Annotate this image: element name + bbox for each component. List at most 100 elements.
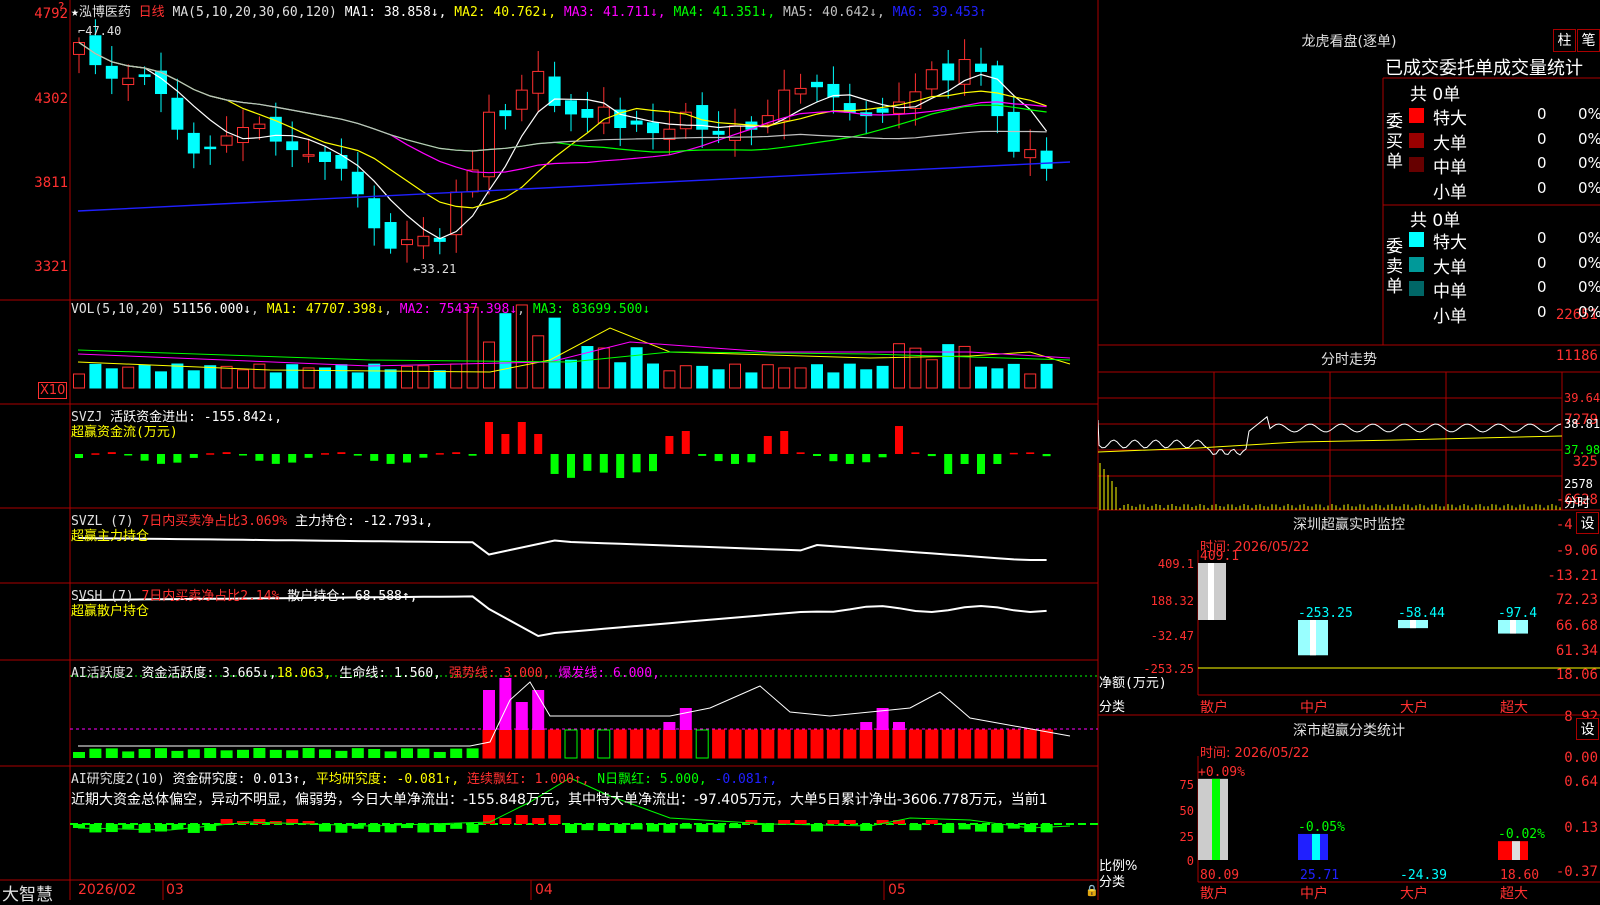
- candle-body: [351, 171, 364, 195]
- high-price-marker: ⌐47.40: [78, 24, 122, 38]
- ma-legend-1: MA1: 38.858↓,: [344, 5, 447, 20]
- order-percent: 0%: [1578, 278, 1600, 296]
- volume-bar: [155, 371, 167, 389]
- monitor-category: 大户: [1400, 699, 1428, 715]
- candle-body: [811, 81, 823, 88]
- volume-bar: [171, 363, 184, 389]
- price-tick: 3811: [34, 175, 68, 191]
- order-row: 大单 0 0%: [1383, 253, 1600, 278]
- vol-unit-badge[interactable]: X10: [38, 382, 68, 399]
- svzj-bar: [895, 426, 903, 454]
- ai1-red-bar: [974, 729, 988, 759]
- volume-bar: [351, 372, 364, 389]
- svzl-position: 主力持仓: -12.793↓,: [295, 514, 434, 529]
- ai2-bar: [925, 820, 938, 824]
- monitor-category: 中户: [1300, 699, 1328, 715]
- svzj-bar: [960, 454, 969, 464]
- monitor-bar-label: -253.25: [1298, 606, 1353, 621]
- classify-chart[interactable]: 75 50 25 0 +0.09% 80.09 散户 -0.05% 25.71 中户 -24.39 大…: [1098, 756, 1600, 900]
- svzj-bar: [944, 454, 953, 474]
- ai1-magenta-bar: [663, 722, 676, 730]
- volume-bar: [745, 372, 758, 389]
- classify-bar-highlight: [1312, 833, 1320, 860]
- monitor-tick: 409.1: [1158, 557, 1194, 571]
- monitor-bar-highlight: [1310, 620, 1316, 656]
- order-color-swatch: [1409, 132, 1424, 148]
- svzj-bar: [271, 454, 280, 464]
- ai2-bar: [368, 824, 381, 833]
- order-percent: 0%: [1578, 105, 1600, 123]
- candle-body: [187, 132, 200, 154]
- ai1-lifeline: 生命线: 1.560,: [339, 666, 442, 681]
- ai1-title-bar: AI活跃度2 资金活跃度: 3.665↓,18.063, 生命线: 1.560,…: [71, 662, 660, 681]
- intraday-chart[interactable]: [1098, 372, 1600, 510]
- ai2-bar: [778, 820, 791, 824]
- ai1-magenta-bar: [893, 722, 905, 730]
- ai1-green-bar: [171, 750, 184, 758]
- volume-bar: [663, 370, 676, 389]
- svzj-bar: [452, 452, 461, 454]
- svsh-position: 散户持仓: 68.588↑,: [287, 589, 418, 604]
- ai1-magenta-bar: [499, 678, 512, 730]
- star-icon[interactable]: ★: [71, 5, 79, 20]
- monitor-settings-button[interactable]: 设: [1576, 512, 1599, 534]
- svzj-bar: [829, 454, 838, 462]
- monitor-bar-highlight: [1510, 620, 1516, 634]
- order-row: 大单 0 0%: [1383, 129, 1600, 154]
- ai2-bar: [253, 819, 266, 824]
- candle-body: [73, 42, 85, 55]
- candle-body: [220, 135, 233, 146]
- order-percent: 0%: [1578, 178, 1600, 197]
- ma6-line: [77, 161, 1071, 212]
- ai1-green-bar: [466, 748, 479, 758]
- order-type-label: 中单: [1433, 282, 1467, 302]
- volume-bar: [712, 369, 725, 389]
- candle-body: [368, 198, 381, 229]
- tick-view-button[interactable]: 笔: [1577, 29, 1600, 52]
- ai2-bar: [220, 819, 233, 824]
- ai1-green-bar: [89, 748, 102, 758]
- order-color-swatch: [1409, 256, 1424, 272]
- ai2-bar: [761, 824, 774, 832]
- ai1-green-bar: [417, 748, 430, 758]
- order-row: 特大 0 0%: [1383, 104, 1600, 129]
- brand-logo[interactable]: 大智慧: [2, 880, 53, 905]
- svzj-bar: [550, 454, 559, 474]
- monitor-tick: -32.47: [1151, 629, 1194, 643]
- svzj-bar: [435, 453, 444, 455]
- svzj-bar: [714, 454, 723, 462]
- ai1-red-bar: [1023, 729, 1037, 759]
- price-tick: 4302: [34, 91, 68, 107]
- buy-total: 共 0单: [1410, 85, 1461, 105]
- order-color-swatch: [1409, 232, 1424, 247]
- ai1-red-bar: [777, 729, 791, 759]
- period-label[interactable]: 日线: [139, 5, 165, 20]
- svzj-bar: [632, 454, 641, 473]
- volume-bar: [187, 370, 200, 389]
- stock-name[interactable]: 泓博医药: [79, 5, 131, 20]
- ai1-red-bar: [941, 729, 955, 759]
- ai2-bar: [827, 820, 840, 824]
- ai1-green-bar: [319, 749, 331, 758]
- order-count: 0: [1537, 129, 1547, 148]
- candle-body: [597, 106, 610, 124]
- order-type-label: 大单: [1433, 257, 1467, 278]
- volume-bar: [450, 363, 463, 389]
- candlestick-chart[interactable]: [70, 0, 1098, 300]
- monitor-category: 超大: [1500, 700, 1528, 715]
- classify-settings-button[interactable]: 设: [1576, 718, 1599, 740]
- svzj-bar: [91, 453, 100, 455]
- ai1-green-bar: [433, 751, 446, 758]
- ma-line: [78, 42, 1047, 152]
- ma-values: MA1: 38.858↓, MA2: 40.762↓, MA3: 41.711↓…: [345, 5, 987, 20]
- monitor-bar-highlight: [1410, 620, 1416, 629]
- column-view-button[interactable]: 柱: [1553, 29, 1576, 52]
- ai2-bar: [597, 824, 610, 831]
- ai2-bar: [679, 824, 692, 829]
- ai1-red-bar: [958, 729, 972, 759]
- lock-icon[interactable]: 🔒: [1085, 884, 1099, 897]
- ai1-green-bar: [335, 750, 348, 758]
- volume-bar: [548, 317, 561, 389]
- ai2-bar: [515, 815, 528, 824]
- volume-bar: [958, 345, 971, 389]
